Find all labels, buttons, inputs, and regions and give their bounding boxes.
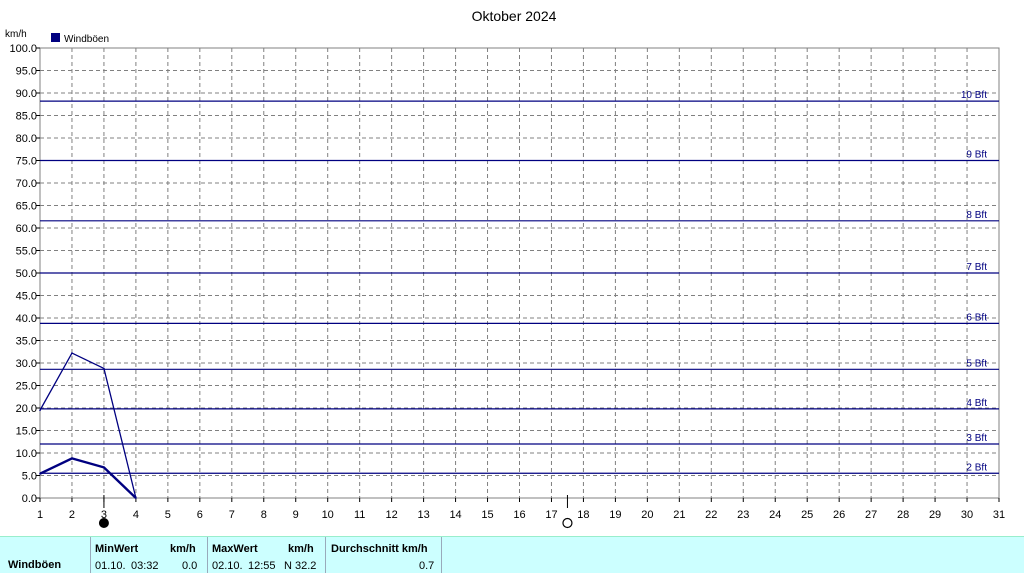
max-time: 12:55 [248, 560, 276, 572]
x-tick-label: 21 [673, 509, 685, 521]
beaufort-label: 4 Bft [966, 398, 987, 409]
max-date: 02.10. [212, 560, 243, 572]
max-gust-point [71, 352, 73, 354]
wind-gust-chart: Oktober 2024 km/h Windböen 0.0 5.0 10.0 15.… [5, 8, 1005, 529]
x-tick-label: 10 [322, 509, 334, 521]
x-tick-label: 15 [481, 509, 493, 521]
max-gust-point [103, 367, 105, 370]
y-tick-label: 50.0 [16, 268, 37, 280]
new-moon-icon [98, 518, 109, 528]
stats-divider [441, 537, 442, 573]
beaufort-label: 3 Bft [966, 433, 987, 444]
full-moon-icon [562, 517, 573, 529]
beaufort-label: 7 Bft [966, 262, 987, 273]
x-tick-label: 14 [449, 509, 461, 521]
average-gust-point [39, 472, 41, 475]
y-tick-label: 70.0 [16, 178, 37, 190]
statistics-bar: Windböen MinWert km/h 01.10. 03:32 0.0 M… [0, 536, 1024, 573]
average-gust-point [71, 457, 73, 460]
beaufort-label: 9 Bft [966, 150, 987, 161]
stats-divider [207, 537, 208, 573]
max-value: N 32.2 [284, 560, 317, 572]
beaufort-label: 10 Bft [961, 90, 987, 101]
y-tick-label: 55.0 [16, 246, 37, 258]
x-tick-label: 11 [354, 509, 365, 521]
x-tick-label: 30 [961, 509, 973, 521]
legend-swatch [51, 33, 60, 42]
average-gust-point [135, 497, 137, 499]
y-tick-label: 35.0 [16, 336, 37, 348]
beaufort-label: 6 Bft [966, 312, 987, 323]
x-tick-label: 29 [929, 509, 941, 521]
x-tick-label: 5 [165, 509, 171, 521]
max-gust-point [39, 409, 41, 412]
x-tick-label: 17 [545, 509, 557, 521]
x-tick-label: 25 [801, 509, 813, 521]
stats-divider [90, 537, 91, 573]
y-tick-label: 20.0 [16, 403, 37, 415]
x-tick-label: 8 [261, 509, 267, 521]
y-tick-label: 10.0 [16, 448, 37, 460]
y-tick-label: 45.0 [16, 291, 37, 303]
x-tick-label: 27 [865, 509, 877, 521]
x-tick-label: 13 [417, 509, 429, 521]
y-tick-label: 85.0 [16, 111, 37, 123]
min-value: 0.0 [182, 560, 198, 572]
y-tick-label: 90.0 [16, 88, 37, 100]
avg-header: Durchschnitt km/h [331, 543, 428, 555]
beaufort-label: 8 Bft [966, 210, 987, 221]
plot-area: 0.0 5.0 10.0 15.0 20.0 25.0 30.0 35.0 40.0 45.0 50… [9, 43, 1005, 529]
chart-title: Oktober 2024 [472, 8, 557, 24]
y-tick-label: 65.0 [16, 201, 37, 213]
x-tick-label: 20 [641, 509, 653, 521]
x-tick-label: 23 [737, 509, 749, 521]
average-gust-point [103, 466, 105, 469]
x-tick-label: 6 [197, 509, 203, 521]
x-tick-label: 19 [609, 509, 621, 521]
max-header: MaxWert [212, 543, 258, 555]
y-tick-label: 15.0 [16, 426, 37, 438]
y-tick-label: 25.0 [16, 381, 37, 393]
legend-label: Windböen [64, 34, 109, 45]
beaufort-label: 2 Bft [966, 462, 987, 473]
x-tick-label: 31 [993, 509, 1005, 521]
x-tick-label: 22 [705, 509, 717, 521]
y-tick-label: 75.0 [16, 156, 37, 168]
x-tick-label: 26 [833, 509, 845, 521]
y-axis-unit: km/h [5, 29, 27, 40]
min-time: 03:32 [131, 560, 159, 572]
y-tick-label: 95.0 [16, 66, 37, 78]
x-tick-label: 2 [69, 509, 75, 521]
x-tick-label: 1 [37, 509, 43, 521]
y-tick-label: 40.0 [16, 313, 37, 325]
avg-value: 0.7 [419, 560, 435, 572]
max-unit: km/h [288, 543, 314, 555]
stats-row-label: Windböen [8, 559, 62, 571]
beaufort-label: 5 Bft [966, 358, 987, 369]
stats-divider [325, 537, 326, 573]
min-header: MinWert [95, 543, 139, 555]
x-tick-label: 24 [769, 509, 781, 521]
min-unit: km/h [170, 543, 196, 555]
x-tick-label: 7 [229, 509, 235, 521]
x-tick-label: 9 [293, 509, 299, 521]
x-tick-label: 4 [133, 509, 139, 521]
x-tick-label: 28 [897, 509, 909, 521]
y-tick-label: 5.0 [22, 471, 37, 483]
y-tick-label: 30.0 [16, 358, 37, 370]
x-tick-label: 18 [577, 509, 589, 521]
x-tick-label: 12 [386, 509, 398, 521]
x-tick-label: 16 [513, 509, 525, 521]
y-tick-label: 60.0 [16, 223, 37, 235]
y-tick-label: 80.0 [16, 133, 37, 145]
min-date: 01.10. [95, 560, 126, 572]
y-tick-label: 100.0 [9, 43, 37, 55]
y-tick-label: 0.0 [22, 493, 37, 505]
